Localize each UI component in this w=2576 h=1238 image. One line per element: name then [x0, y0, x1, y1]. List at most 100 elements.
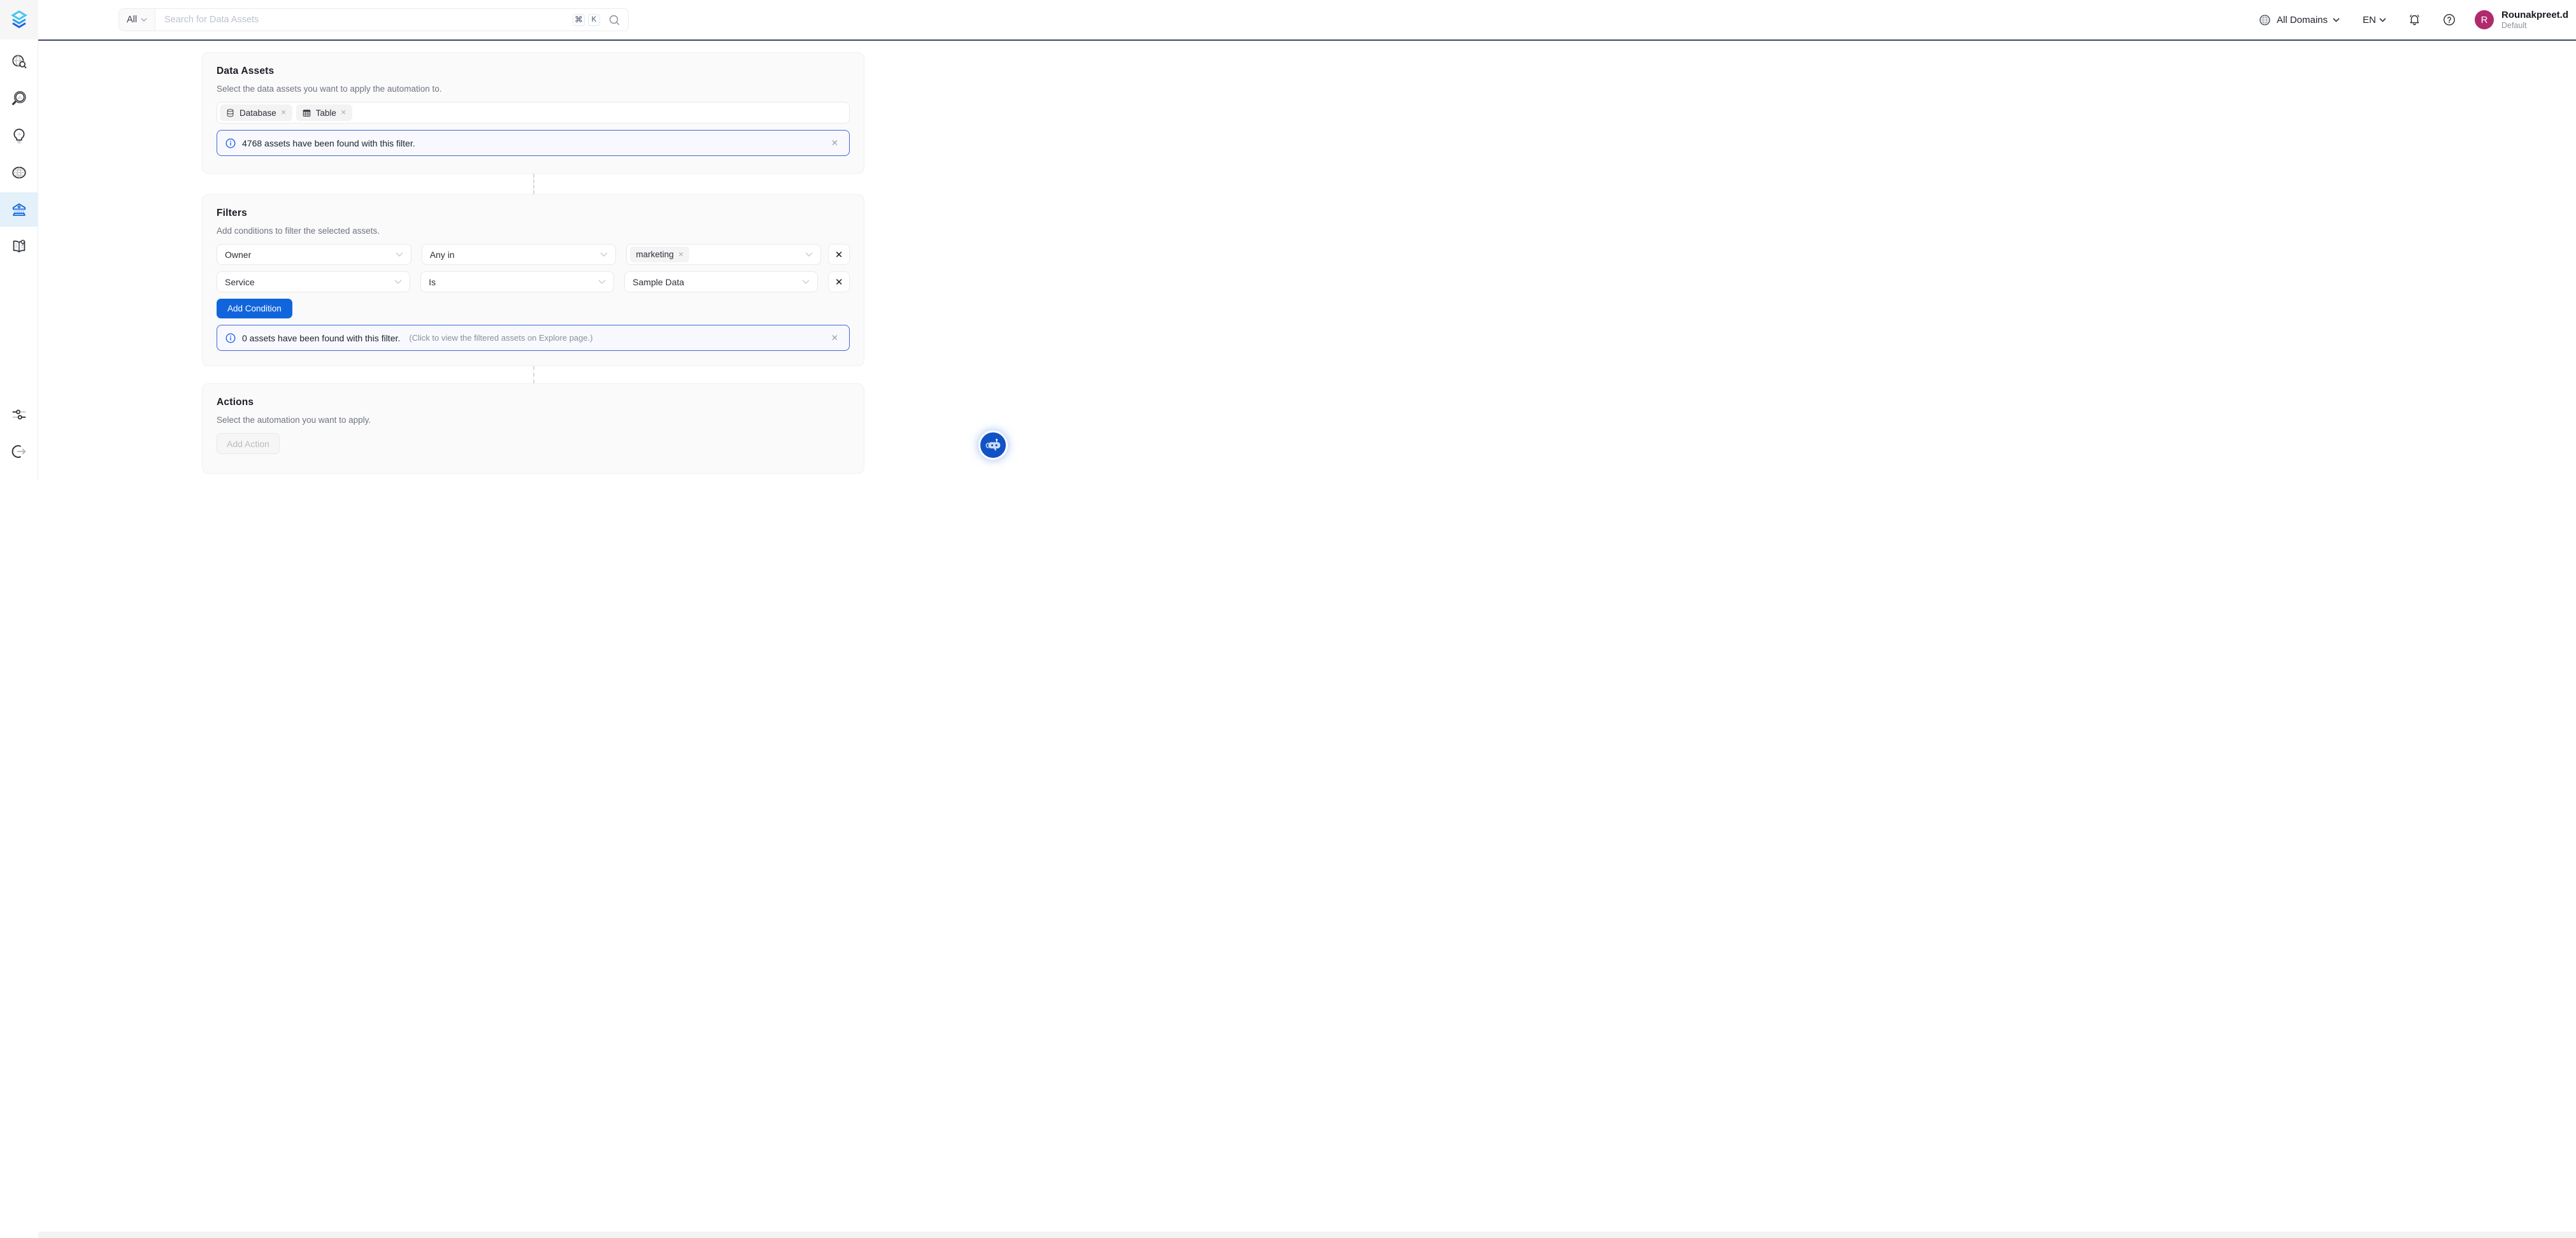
asset-type-select[interactable]: Database ✕ Table ✕	[217, 102, 850, 124]
sidebar-item-settings[interactable]	[0, 397, 38, 432]
sidebar-item-logout[interactable]	[0, 434, 38, 469]
app-logo[interactable]	[0, 0, 38, 39]
logout-icon	[11, 443, 27, 460]
actions-title: Actions	[217, 397, 850, 408]
notifications-button[interactable]	[2408, 13, 2421, 27]
header-right-cluster: All Domains EN R Rounakpreet.d	[2258, 0, 2568, 39]
chevron-down-icon	[141, 18, 147, 22]
search-shortcut: ⌘ K	[573, 14, 620, 26]
sidebar-footer	[0, 397, 38, 480]
lightbulb-icon	[11, 127, 27, 144]
filters-card: Filters Add conditions to filter the sel…	[202, 194, 864, 366]
operator-select-value: Any in	[430, 250, 455, 260]
search-scope-label: All	[127, 15, 137, 25]
command-key-badge: ⌘	[573, 14, 585, 26]
domains-dropdown[interactable]: All Domains	[2258, 13, 2340, 27]
chevron-down-icon	[2333, 18, 2340, 22]
robot-chat-icon	[984, 436, 1003, 455]
asset-tag-table: Table ✕	[296, 104, 352, 121]
operator-select[interactable]: Is	[420, 271, 614, 292]
header-divider	[38, 39, 2576, 41]
remove-tag-icon[interactable]: ✕	[281, 109, 287, 117]
sidebar-item-govern[interactable]	[0, 192, 38, 227]
remove-tag-icon[interactable]: ✕	[678, 251, 684, 259]
chevron-down-icon	[600, 252, 608, 257]
close-alert-icon[interactable]: ✕	[829, 332, 841, 345]
sidebar-item-knowledge-center[interactable]	[0, 229, 38, 264]
sidebar	[0, 0, 38, 480]
data-assets-count-alert[interactable]: 4768 assets have been found with this fi…	[217, 130, 850, 156]
search-input[interactable]: Search for Data Assets	[164, 15, 573, 25]
value-select[interactable]: marketing ✕	[626, 244, 821, 265]
help-button[interactable]	[2443, 13, 2456, 26]
chevron-down-icon	[396, 252, 403, 257]
value-tag-label: marketing	[636, 250, 673, 259]
layers-logo-icon	[8, 9, 30, 31]
add-condition-button[interactable]: Add Condition	[217, 299, 292, 318]
remove-tag-icon[interactable]: ✕	[341, 109, 347, 117]
user-meta: Rounakpreet.d Default	[2501, 10, 2568, 31]
field-select-value: Service	[225, 277, 255, 287]
operator-select[interactable]: Any in	[422, 244, 617, 265]
filter-condition-row: Service Is Sample Data ✕	[217, 271, 850, 292]
chevron-down-icon	[805, 252, 813, 257]
remove-condition-button[interactable]: ✕	[828, 271, 850, 292]
filter-condition-row: Owner Any in marketing ✕ ✕	[217, 244, 850, 265]
value-select-value: Sample Data	[633, 277, 684, 287]
main-content: Data Assets Select the data assets you w…	[38, 41, 2576, 1238]
field-select[interactable]: Service	[217, 271, 410, 292]
asset-tag-label: Database	[240, 108, 276, 118]
user-name: Rounakpreet.d	[2501, 10, 2568, 21]
alert-hint: (Click to view the filtered assets on Ex…	[409, 333, 592, 343]
avatar: R	[2475, 10, 2494, 29]
globe-icon	[2258, 13, 2272, 27]
language-dropdown[interactable]: EN	[2363, 15, 2386, 25]
user-team: Default	[2501, 21, 2568, 31]
card-connector-line	[533, 174, 534, 194]
filters-title: Filters	[217, 208, 850, 219]
actions-description: Select the automation you want to apply.	[217, 415, 850, 425]
info-icon	[225, 333, 236, 343]
alert-message: 4768 assets have been found with this fi…	[242, 138, 415, 148]
chevron-down-icon	[598, 280, 606, 284]
actions-card: Actions Select the automation you want t…	[202, 383, 864, 474]
filters-description: Add conditions to filter the selected as…	[217, 226, 850, 236]
help-icon	[2443, 13, 2456, 26]
filters-count-alert[interactable]: 0 assets have been found with this filte…	[217, 325, 850, 351]
add-action-button[interactable]: Add Action	[217, 433, 280, 454]
sidebar-item-domains[interactable]	[0, 155, 38, 190]
card-connector-line	[533, 366, 534, 383]
remove-condition-button[interactable]: ✕	[828, 244, 850, 265]
globe-search-icon	[11, 53, 27, 70]
asset-tag-label: Table	[316, 108, 336, 118]
operator-select-value: Is	[429, 277, 436, 287]
value-tag: marketing ✕	[630, 246, 689, 262]
chat-assistant-button[interactable]	[978, 430, 1008, 460]
global-search-bar[interactable]: All Search for Data Assets ⌘ K	[118, 8, 629, 31]
chevron-down-icon	[802, 280, 810, 284]
sidebar-item-insights[interactable]	[0, 118, 38, 153]
alert-message: 0 assets have been found with this filte…	[242, 333, 400, 343]
chevron-down-icon	[394, 280, 402, 284]
database-icon	[225, 108, 235, 118]
search-icon[interactable]	[608, 14, 620, 26]
page-bottom-strip	[38, 1232, 2576, 1238]
data-assets-description: Select the data assets you want to apply…	[217, 84, 850, 94]
bell-icon	[2408, 13, 2421, 27]
top-header: All Search for Data Assets ⌘ K All Domai…	[38, 0, 2576, 39]
globe-icon	[11, 164, 27, 181]
user-menu[interactable]: R Rounakpreet.d Default	[2475, 10, 2568, 31]
bank-icon	[11, 201, 27, 218]
field-select[interactable]: Owner	[217, 244, 411, 265]
sidebar-nav	[0, 39, 38, 266]
sliders-icon	[11, 406, 27, 423]
close-alert-icon[interactable]: ✕	[829, 137, 841, 150]
sidebar-item-observability[interactable]	[0, 82, 38, 116]
data-assets-title: Data Assets	[217, 66, 850, 77]
data-assets-card: Data Assets Select the data assets you w…	[202, 52, 864, 174]
sidebar-item-explore[interactable]	[0, 45, 38, 79]
magnifier-chart-icon	[11, 90, 27, 107]
search-scope-dropdown[interactable]: All	[119, 9, 155, 31]
table-icon	[302, 108, 311, 118]
value-select[interactable]: Sample Data	[624, 271, 818, 292]
